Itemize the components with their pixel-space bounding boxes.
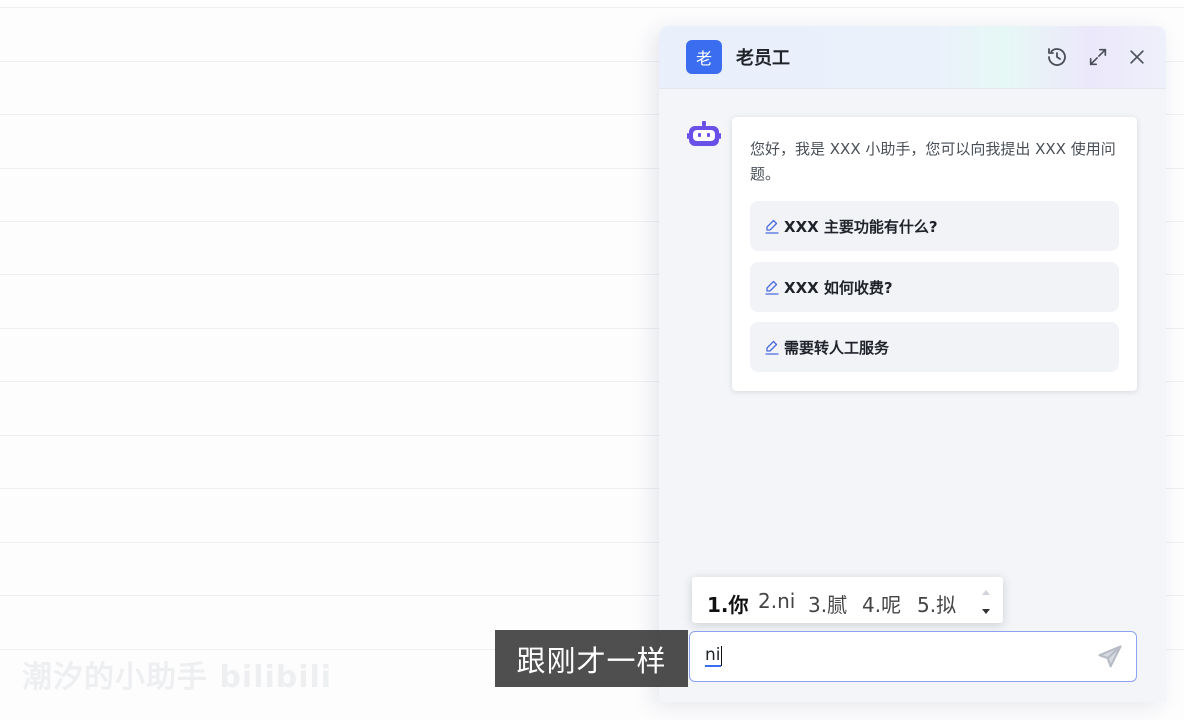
robot-icon <box>687 121 721 146</box>
close-icon <box>1130 50 1144 64</box>
video-subtitle: 跟刚才一样 <box>495 630 688 687</box>
pencil-icon <box>765 280 779 295</box>
suggestion-label: 需要转人工服务 <box>784 338 890 357</box>
divider <box>0 7 1184 8</box>
text-caret <box>721 646 722 666</box>
expand-button[interactable] <box>1085 44 1111 70</box>
close-button[interactable] <box>1124 44 1150 70</box>
greeting-text: 您好，我是 XXX 小助手，您可以向我提出 XXX 使用问题。 <box>750 140 1116 183</box>
ime-candidate[interactable]: 2.ni <box>758 589 795 613</box>
history-button[interactable] <box>1044 44 1070 70</box>
suggestion-pricing[interactable]: XXX 如何收费? <box>750 262 1119 312</box>
pencil-icon <box>765 219 779 234</box>
assistant-avatar: 老 <box>686 40 722 74</box>
suggestion-label: XXX 如何收费? <box>784 278 893 297</box>
suggestion-features[interactable]: XXX 主要功能有什么? <box>750 201 1119 251</box>
ime-page-arrows-icon[interactable] <box>979 585 993 619</box>
ime-candidate[interactable]: 3.腻 <box>808 589 847 618</box>
assistant-message: 您好，我是 XXX 小助手，您可以向我提出 XXX 使用问题。 XXX 主要功能… <box>732 117 1137 391</box>
ime-candidate[interactable]: 4.呢 <box>862 589 901 618</box>
video-watermark: 潮汐的小助手 bilibili <box>22 660 333 695</box>
suggestion-human-service[interactable]: 需要转人工服务 <box>750 322 1119 372</box>
expand-icon <box>1089 48 1107 66</box>
ime-candidate-popup: 1.你 2.ni 3.腻 4.呢 5.拟 <box>692 577 1003 623</box>
chat-panel-header: 老 老员工 <box>659 26 1166 89</box>
ime-candidate[interactable]: 1.你 <box>707 589 749 618</box>
panel-title: 老员工 <box>736 48 790 69</box>
history-icon <box>1048 48 1066 66</box>
pencil-icon <box>765 340 779 355</box>
suggestion-label: XXX 主要功能有什么? <box>784 217 938 236</box>
chat-input[interactable]: ni <box>689 631 1137 682</box>
ime-candidate[interactable]: 5.拟 <box>917 589 956 618</box>
input-text: ni <box>705 645 721 667</box>
send-icon[interactable] <box>1096 643 1124 671</box>
